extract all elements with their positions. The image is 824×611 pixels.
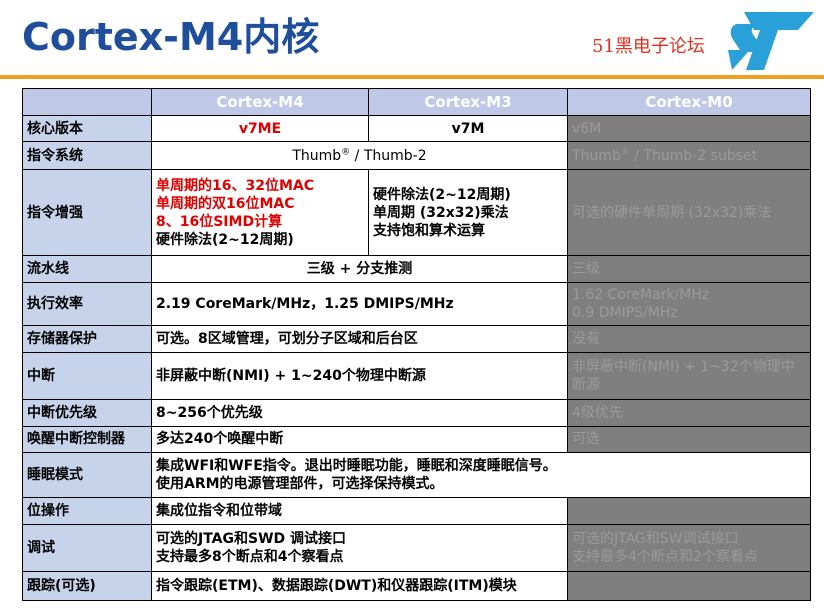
debug-line: 可选的JTAG和SWD 调试接口 — [156, 531, 347, 548]
forum-watermark: 51黑电子论坛 — [592, 36, 705, 57]
header-cortex-m3: Cortex-M3 — [368, 88, 568, 116]
m0-bit-value — [567, 497, 811, 526]
m4m3-debug-value: 可选的JTAG和SWD 调试接口 支持最多8个断点和4个察看点 — [151, 524, 568, 573]
table-row: 核心版本 v7ME v7M v6M — [22, 114, 811, 143]
row-label: 执行效率 — [22, 281, 152, 327]
slide-title: Cortex-M4内核 — [22, 15, 320, 59]
debug-line: 支持最多8个断点和4个察看点 — [156, 549, 344, 566]
header-empty-cell — [22, 88, 152, 116]
sleep-line: 集成WFI和WFE指令。退出时睡眠功能，睡眠和深度睡眠信号。 — [156, 458, 557, 475]
m4m3-trace-value: 指令跟踪(ETM)、数据跟踪(DWT)和仪器跟踪(ITM)模块 — [151, 571, 568, 601]
m4-core-value: v7ME — [151, 114, 369, 143]
row-label: 存储器保护 — [22, 325, 152, 353]
table-row: 调试 可选的JTAG和SWD 调试接口 支持最多8个断点和4个察看点 可选的JT… — [22, 524, 811, 573]
m0-isa-value: Thumb® / Thumb-2 subset — [567, 141, 811, 171]
row-label: 调试 — [22, 524, 152, 573]
header-cortex-m0: Cortex-M0 — [567, 88, 811, 116]
table-row: 跟踪(可选) 指令跟踪(ETM)、数据跟踪(DWT)和仪器跟踪(ITM)模块 — [22, 571, 811, 601]
m3-enh-value: 硬件除法(2~12周期) 单周期 (32x32)乘法 支持饱和算术运算 — [368, 169, 568, 257]
m3-core-value: v7M — [368, 114, 568, 143]
m0-debug-value: 可选的JTAG和SW调试接口 支持最多4个断点和2个察看点 — [567, 524, 811, 573]
m4m3-irq-value: 非屏蔽中断(NMI) + 1~240个物理中断源 — [151, 351, 568, 400]
isa-subset-text: / Thumb-2 subset — [629, 147, 758, 164]
m4-enh-line: 单周期的16、32位MAC — [156, 177, 315, 194]
m4-enh-line: 8、16位SIMD计算 — [156, 213, 283, 230]
isa-thumb-text: Thumb — [292, 147, 342, 164]
table-header-row: Cortex-M4 Cortex-M3 Cortex-M0 — [22, 88, 811, 116]
m0-wic-value: 可选 — [567, 425, 811, 454]
st-logo-icon — [728, 12, 814, 70]
table-row: 指令增强 单周期的16、32位MAC 单周期的双16位MAC 8、16位SIMD… — [22, 169, 811, 257]
table-row: 唤醒中断控制器 多达240个唤醒中断 可选 — [22, 425, 811, 454]
sleep-line: 使用ARM的电源管理部件，可选择保持模式。 — [156, 476, 444, 493]
m0-prio-value: 4级优先 — [567, 398, 811, 427]
registered-mark: ® — [620, 147, 630, 158]
m4m3-perf-value: 2.19 CoreMark/MHz，1.25 DMIPS/MHz — [151, 281, 568, 327]
row-label: 唤醒中断控制器 — [22, 425, 152, 454]
m4m3-wic-value: 多达240个唤醒中断 — [151, 425, 568, 454]
m0-pipe-value: 三级 — [567, 255, 811, 283]
m4-enh-line: 单周期的双16位MAC — [156, 195, 295, 212]
m0-perf-line: 1.62 CoreMark/MHz — [572, 286, 710, 303]
header-cortex-m4: Cortex-M4 — [151, 88, 369, 116]
m4-enh-line: 硬件除法(2~12周期) — [156, 231, 294, 248]
table-row: 执行效率 2.19 CoreMark/MHz，1.25 DMIPS/MHz 1.… — [22, 281, 811, 327]
row-label: 睡眠模式 — [22, 452, 152, 499]
m0-perf-value: 1.62 CoreMark/MHz 0.9 DMIPS/MHz — [567, 281, 811, 327]
table-row: 位操作 集成位指令和位带域 — [22, 497, 811, 526]
table-row: 中断 非屏蔽中断(NMI) + 1~240个物理中断源 非屏蔽中断(NMI) +… — [22, 351, 811, 400]
m4m3-isa-value: Thumb® / Thumb-2 — [151, 141, 568, 171]
m0-perf-line: 0.9 DMIPS/MHz — [572, 304, 678, 321]
row-label: 中断优先级 — [22, 398, 152, 427]
row-label: 核心版本 — [22, 114, 152, 143]
isa-thumb2-text: / Thumb-2 — [350, 147, 427, 164]
row-label: 指令增强 — [22, 169, 152, 257]
m3-enh-line: 单周期 (32x32)乘法 — [373, 204, 509, 221]
m0-enh-value: 可选的硬件单周期 (32x32)乘法 — [567, 169, 811, 257]
m4m3-bit-value: 集成位指令和位带域 — [151, 497, 568, 526]
m3-enh-line: 硬件除法(2~12周期) — [373, 186, 511, 203]
m0-core-value: v6M — [567, 114, 811, 143]
m4-enh-value: 单周期的16、32位MAC 单周期的双16位MAC 8、16位SIMD计算 硬件… — [151, 169, 369, 257]
table-row: 指令系统 Thumb® / Thumb-2 Thumb® / Thumb-2 s… — [22, 141, 811, 171]
table-row: 睡眠模式 集成WFI和WFE指令。退出时睡眠功能，睡眠和深度睡眠信号。 使用AR… — [22, 452, 811, 499]
row-label: 流水线 — [22, 255, 152, 283]
m4m3-pipe-value: 三级 + 分支推测 — [151, 255, 568, 283]
row-label: 中断 — [22, 351, 152, 400]
m4m3-prio-value: 8~256个优先级 — [151, 398, 568, 427]
table-row: 中断优先级 8~256个优先级 4级优先 — [22, 398, 811, 427]
header-rule — [0, 75, 824, 79]
all-sleep-value: 集成WFI和WFE指令。退出时睡眠功能，睡眠和深度睡眠信号。 使用ARM的电源管… — [151, 452, 811, 499]
isa-thumb-text: Thumb — [572, 147, 621, 164]
debug-line: 支持最多4个断点和2个察看点 — [572, 549, 758, 566]
row-label: 跟踪(可选) — [22, 571, 152, 601]
m0-irq-value: 非屏蔽中断(NMI) + 1~32个物理中断源 — [567, 351, 811, 400]
m0-mpu-value: 没有 — [567, 325, 811, 353]
m0-trace-value — [567, 571, 811, 601]
comparison-table: Cortex-M4 Cortex-M3 Cortex-M0 核心版本 v7ME … — [22, 88, 811, 601]
m3-enh-line: 支持饱和算术运算 — [373, 222, 485, 239]
registered-mark: ® — [341, 147, 351, 158]
table-row: 存储器保护 可选。8区域管理，可划分子区域和后台区 没有 — [22, 325, 811, 353]
row-label: 指令系统 — [22, 141, 152, 171]
row-label: 位操作 — [22, 497, 152, 526]
table-row: 流水线 三级 + 分支推测 三级 — [22, 255, 811, 283]
m4m3-mpu-value: 可选。8区域管理，可划分子区域和后台区 — [151, 325, 568, 353]
debug-line: 可选的JTAG和SW调试接口 — [572, 531, 739, 548]
